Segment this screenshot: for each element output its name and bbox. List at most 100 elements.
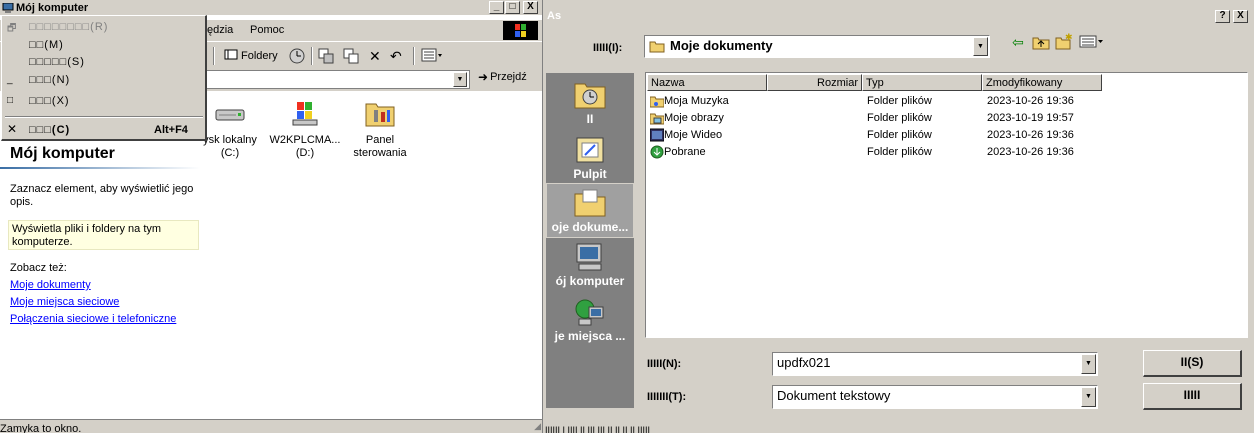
network-places-icon xyxy=(573,297,607,327)
file-type: Folder plików xyxy=(867,129,932,141)
computer-icon[interactable] xyxy=(2,2,14,13)
place-label: II xyxy=(586,112,594,126)
menu-label: □□(M) xyxy=(29,39,64,51)
status-text: Zamyka to okno. xyxy=(0,423,82,433)
menu-tools[interactable]: ędzia xyxy=(207,24,233,36)
column-header-size[interactable]: Rozmiar xyxy=(767,74,862,91)
panel-title: Mój komputer xyxy=(10,145,115,162)
file-modified: 2023-10-26 19:36 xyxy=(987,129,1074,141)
close-icon: ✕ xyxy=(7,122,18,136)
filetype-label: IIIIIII(T): xyxy=(647,391,687,403)
view-menu-icon[interactable] xyxy=(1079,35,1105,52)
up-folder-icon[interactable] xyxy=(1032,35,1050,53)
file-name: Moje obrazy xyxy=(664,112,724,124)
drive-icon xyxy=(214,98,246,128)
place-label: ój komputer xyxy=(555,274,625,288)
column-header-type[interactable]: Typ xyxy=(862,74,982,91)
maximize-button[interactable]: □ xyxy=(505,1,520,14)
info-tooltip-box: Wyświetla pliki i foldery na tym kompute… xyxy=(8,220,199,250)
delete-icon[interactable]: ✕ xyxy=(369,48,381,65)
panel-hint: Zaznacz element, aby wyświetlić jego opi… xyxy=(10,183,194,208)
computer-icon xyxy=(573,242,607,272)
column-header-name[interactable]: Nazwa xyxy=(647,74,767,91)
history-icon xyxy=(289,48,305,67)
cancel-button[interactable]: IIIII xyxy=(1143,383,1242,410)
column-header-modified[interactable]: Zmodyfikowany xyxy=(982,74,1102,91)
chevron-down-icon[interactable]: ▼ xyxy=(1081,387,1096,407)
video-folder-icon xyxy=(649,128,665,142)
place-label: oje dokume... xyxy=(551,220,629,234)
back-arrow-icon[interactable]: ⇦ xyxy=(1012,34,1024,51)
move-to-button[interactable] xyxy=(318,48,334,67)
filetype-select[interactable]: Dokument tekstowy ▼ xyxy=(772,385,1098,409)
file-modified: 2023-10-19 19:57 xyxy=(987,112,1074,124)
file-row[interactable]: Moje obrazy Folder plików 2023-10-19 19:… xyxy=(648,110,1238,127)
folders-button[interactable]: Foldery xyxy=(224,48,278,63)
window-title: Mój komputer xyxy=(16,1,89,14)
go-arrow-icon: ➜ xyxy=(478,70,489,84)
copy-to-button[interactable] xyxy=(343,48,359,67)
menu-size[interactable]: □□□□□(S) xyxy=(2,54,202,71)
place-history[interactable]: II xyxy=(546,76,634,131)
minimize-button[interactable]: _ xyxy=(489,1,504,14)
menu-maximize[interactable]: □ □□□(X) xyxy=(2,93,202,110)
svg-text:✱: ✱ xyxy=(1065,33,1073,42)
cd-drive-d[interactable]: W2KPLCMA... (D:) xyxy=(265,98,345,160)
chevron-down-icon[interactable]: ▼ xyxy=(973,37,988,56)
file-list[interactable]: Nazwa Rozmiar Typ Zmodyfikowany Moja Muz… xyxy=(645,72,1248,338)
places-bar: II Pulpit oje dokume... ój komputer je m… xyxy=(546,73,634,408)
save-button[interactable]: II(S) xyxy=(1143,350,1242,377)
toolbar-separator xyxy=(413,47,415,65)
downloads-folder-icon xyxy=(650,145,664,159)
place-my-documents[interactable]: oje dokume... xyxy=(546,183,634,238)
resize-grip-icon[interactable]: ◢ xyxy=(534,421,541,432)
folders-label: Foldery xyxy=(241,49,278,62)
place-network[interactable]: je miejsca ... xyxy=(546,293,634,348)
filename-input[interactable]: updfx021 ▼ xyxy=(772,352,1098,376)
menu-label: □□□□□(S) xyxy=(29,56,85,68)
place-desktop[interactable]: Pulpit xyxy=(546,131,634,186)
filetype-value: Dokument tekstowy xyxy=(777,388,891,403)
views-button[interactable] xyxy=(421,48,443,65)
new-folder-icon[interactable]: ✱ xyxy=(1055,32,1073,53)
menu-minimize[interactable]: _ □□□(N) xyxy=(2,72,202,89)
file-type: Folder plików xyxy=(867,112,932,124)
chevron-down-icon[interactable]: ▼ xyxy=(453,72,467,87)
help-button[interactable]: ? xyxy=(1215,10,1230,23)
close-button[interactable]: X xyxy=(523,1,538,14)
link-my-network-places[interactable]: Moje miejsca sieciowe xyxy=(10,296,119,308)
place-my-computer[interactable]: ój komputer xyxy=(546,238,634,293)
file-row[interactable]: Pobrane Folder plików 2023-10-26 19:36 xyxy=(648,144,1238,161)
menu-restore[interactable]: 🗗 □□□□□□□□(R) xyxy=(2,19,202,36)
undo-icon[interactable]: ↶ xyxy=(390,48,402,65)
dialog-title: As xyxy=(547,10,562,22)
menu-help[interactable]: Pomoc xyxy=(250,24,284,36)
icon-label: ysk lokalny (C:) xyxy=(203,134,257,159)
go-button[interactable]: ➜ Przejdź xyxy=(478,70,527,84)
file-name: Moje Wideo xyxy=(664,129,723,141)
place-label: je miejsca ... xyxy=(554,329,626,343)
history-button[interactable] xyxy=(289,48,305,67)
status-bar: Zamyka to okno. ◢ xyxy=(0,419,542,433)
dialog-close-button[interactable]: X xyxy=(1233,10,1248,23)
windows-cd-icon xyxy=(289,98,321,128)
address-input[interactable]: ▼ xyxy=(205,70,470,89)
link-my-documents[interactable]: Moje dokumenty xyxy=(10,279,91,291)
menu-move[interactable]: □□(M) xyxy=(2,37,202,54)
explorer-titlebar[interactable]: Mój komputer _ □ X xyxy=(0,0,542,15)
file-row[interactable]: Moje Wideo Folder plików 2023-10-26 19:3… xyxy=(648,127,1238,144)
icon-label: Panel sterowania xyxy=(353,134,407,159)
file-modified: 2023-10-26 19:36 xyxy=(987,146,1074,158)
go-label: Przejdź xyxy=(490,71,527,83)
filename-value: updfx021 xyxy=(777,355,831,370)
menu-label: □□□(N) xyxy=(29,74,71,86)
filename-label: IIIII(N): xyxy=(647,358,682,370)
control-panel[interactable]: Panel sterowania xyxy=(340,98,420,160)
taskbar-text: IIIIII I IIII II III III II II II II III… xyxy=(545,425,651,433)
file-row[interactable]: Moja Muzyka Folder plików 2023-10-26 19:… xyxy=(648,93,1238,110)
menu-close[interactable]: ✕ □□□(C) Alt+F4 xyxy=(2,122,202,139)
chevron-down-icon[interactable]: ▼ xyxy=(1081,354,1096,374)
dialog-titlebar[interactable]: As ? X xyxy=(545,0,1254,26)
lookin-combo[interactable]: Moje dokumenty ▼ xyxy=(644,35,990,58)
link-network-connections[interactable]: Połączenia sieciowe i telefoniczne xyxy=(10,313,176,325)
